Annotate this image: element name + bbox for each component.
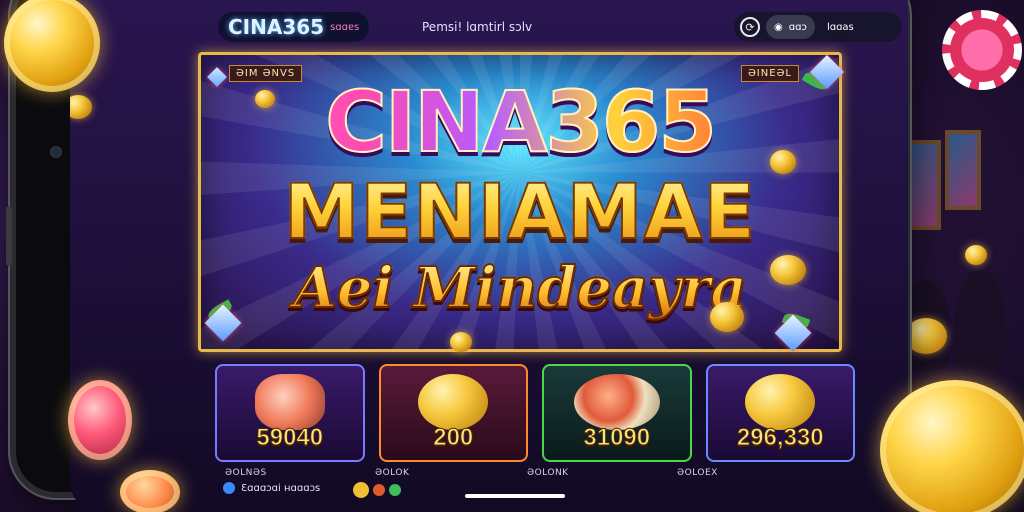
bottom-link[interactable]: Ɛɑɑɑɔɑi ʜɑɑɑɔs (223, 482, 320, 494)
logo-text: CINA365 (228, 15, 325, 39)
person-silhouette (955, 270, 1005, 370)
user-controls: ⟳ ◉ ɑɑɔ lɑɑas (734, 12, 902, 42)
game-card[interactable]: 59040 (215, 364, 365, 462)
promo-banner[interactable]: ƏIM ƏNVS ƏINEƏL CINA365 MENIAMAE Aei Min… (198, 52, 842, 352)
coin-icon (255, 90, 275, 108)
status-icon[interactable] (389, 484, 401, 496)
bottom-label: ƏOLONK (527, 468, 569, 478)
info-icon (223, 482, 235, 494)
bottom-link-text: Ɛɑɑɑɔɑi ʜɑɑɑɔs (241, 482, 321, 494)
coin-icon (770, 255, 806, 285)
camera-icon (50, 146, 62, 158)
card-value: 200 (433, 424, 474, 452)
wall-picture (945, 130, 981, 210)
banner-subtitle: MENIAMAE (201, 166, 839, 257)
salmon-icon (254, 374, 325, 430)
game-card[interactable]: 31090 (542, 364, 692, 462)
coin-icon (710, 302, 744, 332)
fruit-icon (68, 380, 132, 460)
casino-chip-icon (942, 10, 1022, 90)
card-value: 296,330 (736, 424, 824, 452)
gold-coin-icon (745, 374, 816, 430)
coin-icon (70, 95, 92, 119)
coin-icon[interactable] (353, 482, 369, 498)
home-indicator[interactable] (465, 494, 565, 498)
phone-side-button (6, 206, 12, 266)
gold-coin-icon (880, 380, 1024, 512)
game-card[interactable]: 200 (378, 364, 528, 462)
game-card[interactable]: 296,330 (705, 364, 855, 462)
coin-icon (770, 150, 796, 174)
bottom-label: ƏOLNƏS (225, 468, 267, 478)
refresh-icon[interactable]: ⟳ (740, 17, 760, 37)
banner-title: CINA365 (201, 72, 839, 172)
coin-icon (965, 245, 987, 265)
bottom-label: ƏOLOK (375, 468, 410, 478)
account-button[interactable]: ◉ ɑɑɔ (766, 15, 815, 39)
food-plate-icon (573, 374, 660, 430)
card-value: 59040 (256, 424, 324, 452)
app-screen: CINA365 sɑɑɐs Pemsi! lɑmtirl sɔlv ⟳ ◉ ɑɑ… (70, 0, 908, 512)
nav-link[interactable]: Pemsi! lɑmtirl sɔlv (422, 20, 532, 34)
logo-subtext: sɑɑɐs (330, 21, 360, 33)
bottom-label: ƏOLOEX (677, 468, 718, 478)
coin-icon (450, 332, 472, 352)
fruit-icon (120, 470, 180, 512)
avatar-icon: ◉ (774, 21, 783, 33)
card-value: 31090 (583, 424, 651, 452)
record-icon[interactable] (373, 484, 385, 496)
bottom-icons (353, 482, 401, 498)
bottom-bar: ƏOLNƏS ƏOLOK ƏOLONK ƏOLOEX Ɛɑɑɑɔɑi ʜɑɑɑɔ… (215, 466, 895, 512)
top-bar: CINA365 sɑɑɐs Pemsi! lɑmtirl sɔlv ⟳ ◉ ɑɑ… (210, 6, 902, 46)
app-logo[interactable]: CINA365 sɑɑɐs (218, 12, 370, 42)
game-cards: 59040 200 31090 296,330 (215, 364, 855, 462)
account-button-label: ɑɑɔ (788, 21, 807, 33)
gold-coin-icon (418, 374, 489, 430)
banner-tagline: Aei Mindeayra (201, 254, 839, 322)
coin-icon (905, 318, 947, 354)
menu-label[interactable]: lɑɑas (827, 22, 854, 33)
